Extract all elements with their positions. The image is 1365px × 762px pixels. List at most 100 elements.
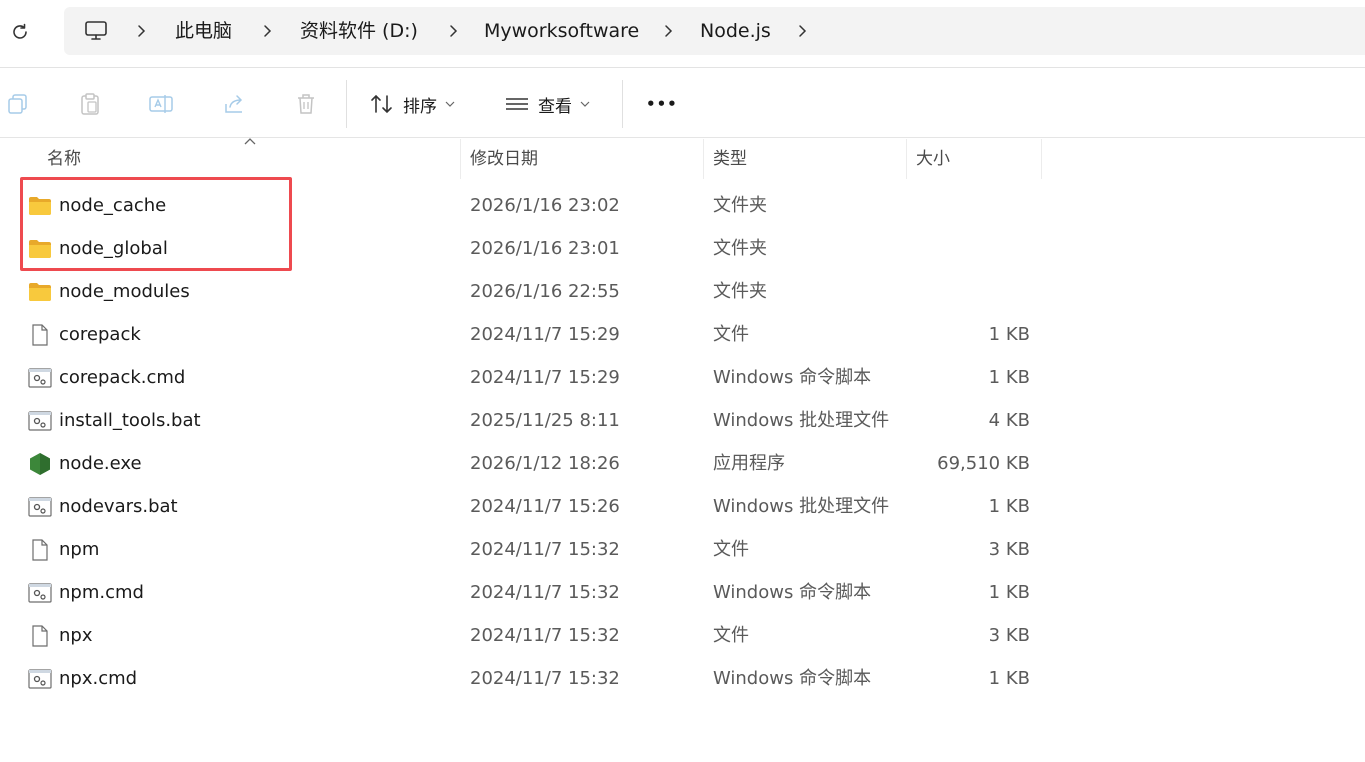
- share-button[interactable]: [221, 90, 247, 118]
- file-type: 文件夹: [713, 281, 767, 302]
- column-divider[interactable]: [906, 139, 907, 179]
- file-type: Windows 批处理文件: [713, 496, 890, 517]
- copy-button[interactable]: [5, 90, 31, 118]
- file-name: node_modules: [59, 281, 190, 302]
- column-divider[interactable]: [703, 139, 704, 179]
- file-type: Windows 命令脚本: [713, 367, 872, 388]
- file-row[interactable]: npx.cmd 2024/11/7 15:32 Windows 命令脚本 1 KB: [0, 657, 1045, 700]
- script-icon: [28, 582, 52, 604]
- column-header-size[interactable]: 大小: [916, 139, 950, 179]
- file-row[interactable]: install_tools.bat 2025/11/25 8:11 Windows …: [0, 399, 1045, 442]
- chevron-right-icon[interactable]: [661, 19, 675, 43]
- file-name: corepack: [59, 324, 141, 345]
- file-icon: [28, 625, 52, 647]
- file-row[interactable]: node_modules 2026/1/16 22:55 文件夹: [0, 270, 1045, 313]
- file-name: install_tools.bat: [59, 410, 201, 431]
- file-date: 2025/11/25 8:11: [470, 410, 620, 431]
- script-icon: [28, 496, 52, 518]
- file-type: 文件: [713, 539, 749, 560]
- view-list-icon: [504, 91, 530, 117]
- breadcrumb-myworksoftware[interactable]: Myworksoftware: [484, 19, 639, 43]
- file-row[interactable]: npm 2024/11/7 15:32 文件 3 KB: [0, 528, 1045, 571]
- script-icon: [28, 668, 52, 690]
- column-header-date[interactable]: 修改日期: [470, 139, 538, 179]
- file-type: 文件: [713, 324, 749, 345]
- file-type: 文件: [713, 625, 749, 646]
- trash-icon: [293, 91, 319, 117]
- file-size: 3 KB: [988, 539, 1030, 560]
- chevron-right-icon[interactable]: [260, 19, 274, 43]
- paste-button[interactable]: [77, 90, 103, 118]
- file-date: 2026/1/16 23:01: [470, 238, 620, 259]
- file-row[interactable]: npm.cmd 2024/11/7 15:32 Windows 命令脚本 1 KB: [0, 571, 1045, 614]
- file-type: 文件夹: [713, 195, 767, 216]
- sort-button[interactable]: 排序: [369, 90, 455, 118]
- file-name: corepack.cmd: [59, 367, 186, 388]
- column-header-type[interactable]: 类型: [713, 139, 747, 179]
- file-size: 1 KB: [988, 367, 1030, 388]
- breadcrumb-drive-d[interactable]: 资料软件 (D:): [300, 19, 418, 43]
- folder-icon: [28, 238, 52, 260]
- chevron-right-icon[interactable]: [795, 19, 809, 43]
- rename-icon: [148, 91, 174, 117]
- file-date: 2026/1/12 18:26: [470, 453, 620, 474]
- column-header-name[interactable]: 名称: [47, 139, 81, 179]
- file-size: 69,510 KB: [937, 453, 1030, 474]
- file-size: 1 KB: [988, 324, 1030, 345]
- more-options-button[interactable]: •••: [646, 90, 678, 118]
- script-icon: [28, 410, 52, 432]
- file-name: npx.cmd: [59, 668, 138, 689]
- view-button[interactable]: 查看: [504, 90, 590, 118]
- file-row[interactable]: node_cache 2026/1/16 23:02 文件夹: [0, 184, 1045, 227]
- script-icon: [28, 367, 52, 389]
- file-name: npm: [59, 539, 100, 560]
- folder-icon: [28, 195, 52, 217]
- column-divider[interactable]: [460, 139, 461, 179]
- copy-icon: [5, 91, 31, 117]
- sort-ascending-icon: [244, 138, 256, 145]
- file-row[interactable]: node_global 2026/1/16 23:01 文件夹: [0, 227, 1045, 270]
- folder-icon: [28, 281, 52, 303]
- chevron-right-icon[interactable]: [134, 19, 148, 43]
- column-divider[interactable]: [1041, 139, 1042, 179]
- nodejs-icon: [28, 453, 52, 475]
- file-date: 2024/11/7 15:32: [470, 668, 620, 689]
- file-row[interactable]: nodevars.bat 2024/11/7 15:26 Windows 批处理文件…: [0, 485, 1045, 528]
- file-name: node.exe: [59, 453, 142, 474]
- file-date: 2024/11/7 15:26: [470, 496, 620, 517]
- file-row[interactable]: npx 2024/11/7 15:32 文件 3 KB: [0, 614, 1045, 657]
- file-date: 2026/1/16 23:02: [470, 195, 620, 216]
- file-row[interactable]: corepack.cmd 2024/11/7 15:29 Windows 命令脚本 1…: [0, 356, 1045, 399]
- address-row: 此电脑 资料软件 (D:) Myworksoftware Node.js: [0, 0, 1365, 68]
- file-name: node_global: [59, 238, 168, 259]
- toolbar-divider: [622, 80, 623, 128]
- file-date: 2024/11/7 15:29: [470, 324, 620, 345]
- file-icon: [28, 324, 52, 346]
- file-type: Windows 命令脚本: [713, 582, 872, 603]
- file-size: 1 KB: [988, 582, 1030, 603]
- refresh-icon: [13, 23, 27, 39]
- sort-icon: [369, 91, 395, 117]
- file-size: 1 KB: [988, 668, 1030, 689]
- file-row[interactable]: corepack 2024/11/7 15:29 文件 1 KB: [0, 313, 1045, 356]
- file-size: 3 KB: [988, 625, 1030, 646]
- file-icon: [28, 539, 52, 561]
- chevron-down-icon: [445, 99, 455, 109]
- this-pc-icon[interactable]: [84, 19, 108, 43]
- address-bar[interactable]: 此电脑 资料软件 (D:) Myworksoftware Node.js: [64, 7, 1365, 55]
- breadcrumb-this-pc[interactable]: 此电脑: [175, 19, 232, 43]
- rename-button[interactable]: [148, 90, 174, 118]
- sort-label: 排序: [403, 96, 437, 117]
- file-row[interactable]: node.exe 2026/1/12 18:26 应用程序 69,510 KB: [0, 442, 1045, 485]
- toolbar-divider: [346, 80, 347, 128]
- chevron-right-icon[interactable]: [446, 19, 460, 43]
- chevron-down-icon: [580, 99, 590, 109]
- breadcrumb-nodejs[interactable]: Node.js: [700, 19, 771, 43]
- delete-button[interactable]: [293, 90, 319, 118]
- file-name: nodevars.bat: [59, 496, 178, 517]
- file-size: 1 KB: [988, 496, 1030, 517]
- file-name: node_cache: [59, 195, 167, 216]
- refresh-button[interactable]: [6, 18, 34, 46]
- share-icon: [221, 91, 247, 117]
- file-type: 文件夹: [713, 238, 767, 259]
